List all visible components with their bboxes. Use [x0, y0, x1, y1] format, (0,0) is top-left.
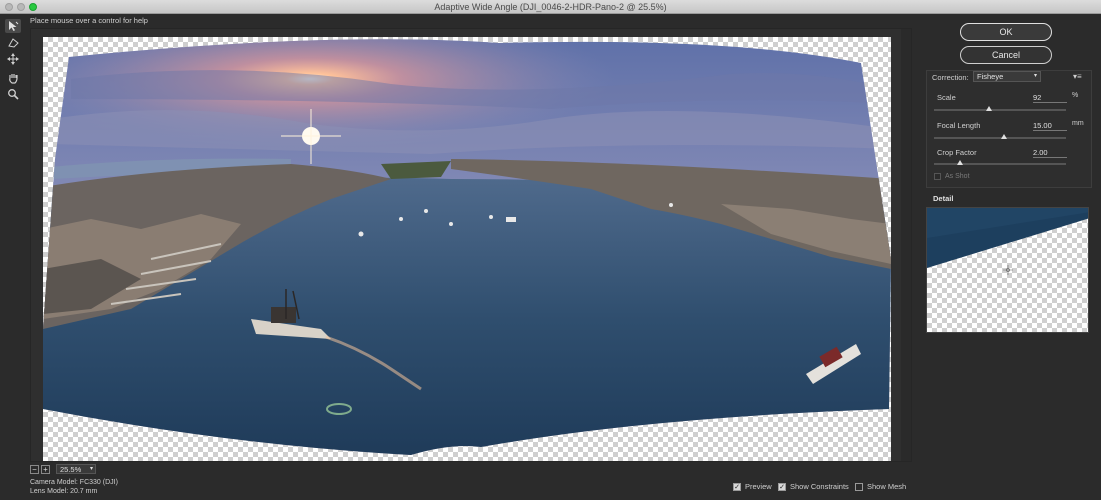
window-titlebar: Adaptive Wide Angle (DJI_0046-2-HDR-Pano… — [0, 0, 1101, 14]
zoom-level-value: 25.5% — [60, 465, 82, 474]
zoom-out-button[interactable]: − — [30, 464, 39, 474]
image-canvas[interactable] — [30, 28, 912, 462]
as-shot-checkbox[interactable] — [934, 173, 941, 180]
crop-factor-slider-thumb[interactable] — [957, 160, 964, 165]
constraint-tool-icon[interactable] — [5, 19, 21, 33]
crop-factor-label: Crop Factor — [937, 148, 977, 157]
scale-slider[interactable] — [934, 106, 1066, 111]
cancel-button[interactable]: Cancel — [960, 46, 1052, 64]
hand-tool-icon[interactable] — [5, 71, 21, 85]
correction-select[interactable]: Fisheye ▾ — [973, 71, 1041, 82]
panorama-image[interactable] — [31, 29, 903, 463]
lens-info: Camera Model: FC330 (DJI) Lens Model: 20… — [30, 478, 118, 496]
zoom-tool-icon[interactable] — [5, 87, 21, 101]
window-title: Adaptive Wide Angle (DJI_0046-2-HDR-Pano… — [434, 2, 667, 12]
preview-label: Preview — [745, 482, 772, 491]
scale-slider-thumb[interactable] — [986, 106, 993, 111]
scale-label: Scale — [937, 93, 956, 102]
polygon-constraint-tool-icon[interactable] — [5, 36, 21, 50]
chevron-down-icon: ▾ — [89, 466, 93, 472]
show-constraints-label: Show Constraints — [790, 482, 849, 491]
help-text: Place mouse over a control for help — [30, 16, 148, 25]
zoom-controls: − + 25.5% ▾ — [30, 463, 96, 475]
correction-label: Correction: — [932, 73, 969, 82]
camera-model-text: Camera Model: FC330 (DJI) — [30, 479, 118, 486]
show-mesh-checkbox[interactable] — [855, 482, 863, 491]
correction-value: Fisheye — [977, 72, 1004, 81]
zoom-level-select[interactable]: 25.5% ▾ — [56, 464, 96, 474]
show-mesh-option[interactable]: Show Mesh — [855, 482, 906, 491]
scale-unit: % — [1072, 92, 1079, 99]
focal-length-slider-thumb[interactable] — [1000, 134, 1007, 139]
show-constraints-checkbox[interactable]: ✓ — [778, 482, 786, 491]
crop-factor-input[interactable]: 2.00 — [1033, 148, 1067, 158]
zoom-in-button[interactable]: + — [41, 464, 50, 474]
preview-checkbox[interactable]: ✓ — [733, 482, 741, 491]
crop-factor-slider[interactable] — [934, 160, 1066, 165]
vertical-scrollbar[interactable] — [901, 29, 911, 461]
chevron-down-icon: ▾ — [1033, 73, 1037, 79]
detail-preview — [926, 207, 1089, 333]
show-mesh-label: Show Mesh — [867, 482, 907, 491]
move-tool-icon[interactable] — [5, 52, 21, 66]
crosshair-icon — [1003, 265, 1013, 275]
focal-length-slider[interactable] — [934, 134, 1066, 139]
focal-length-unit: mm — [1072, 120, 1084, 127]
lens-model-text: Lens Model: 20.7 mm — [30, 488, 98, 495]
scale-input[interactable]: 92 — [1033, 93, 1067, 103]
as-shot-option[interactable]: As Shot — [934, 173, 970, 180]
ok-button[interactable]: OK — [960, 23, 1052, 41]
focal-length-input[interactable]: 15.00 — [1033, 121, 1067, 131]
detail-label: Detail — [933, 194, 954, 203]
tool-strip — [0, 14, 28, 500]
panel-menu-icon[interactable]: ▾≡ — [1073, 72, 1082, 81]
preview-option[interactable]: ✓ Preview — [733, 482, 772, 491]
show-constraints-option[interactable]: ✓ Show Constraints — [778, 482, 849, 491]
focal-length-label: Focal Length — [937, 121, 981, 130]
as-shot-label: As Shot — [945, 173, 970, 180]
